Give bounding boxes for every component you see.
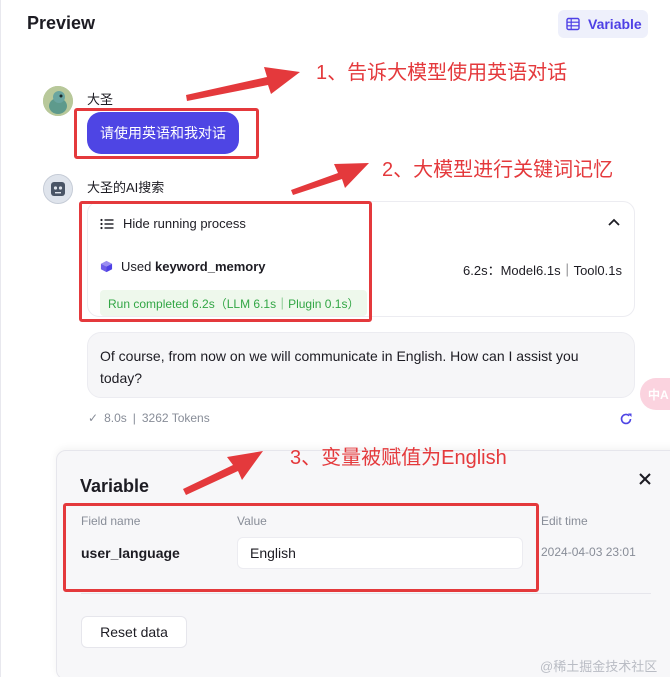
chevron-up-icon[interactable]	[608, 215, 620, 229]
variable-panel-title: Variable	[80, 476, 150, 496]
bot-name: 大圣的AI搜索	[87, 180, 165, 195]
response-duration: 8.0s	[104, 411, 127, 425]
annotation-box-user-message	[74, 108, 259, 159]
annotation-box-variable-row	[63, 503, 539, 592]
token-count: 3262 Tokens	[141, 411, 210, 425]
left-divider	[0, 0, 1, 677]
arrow-2	[291, 163, 369, 195]
annotation-note-2: 2、大模型进行关键词记忆	[382, 159, 614, 181]
check-icon: ✓	[88, 411, 99, 425]
column-edit-time: Edit time	[541, 514, 588, 528]
bot-avatar	[43, 174, 73, 204]
close-icon[interactable]	[638, 469, 652, 492]
annotation-note-1: 1、告诉大模型使用英语对话	[316, 62, 568, 84]
annotation-note-3: 3、变量被赋值为English	[290, 447, 507, 469]
process-timing: 6.2s：Model6.1s｜Tool0.1s	[463, 263, 622, 278]
message-meta: ✓ 8.0s | 3262 Tokens	[88, 411, 210, 425]
arrow-1	[186, 67, 300, 101]
user-name: 大圣	[87, 92, 114, 107]
meta-divider: |	[132, 411, 136, 425]
variable-button[interactable]: Variable	[558, 10, 648, 38]
panel-divider	[81, 593, 651, 594]
bot-message-bubble: Of course, from now on we will communica…	[87, 332, 635, 398]
variable-edit-time: 2024-04-03 23:01	[541, 545, 636, 559]
watermark: @稀土掘金技术社区	[540, 659, 658, 674]
translate-button[interactable]: 中A	[640, 378, 670, 410]
variable-button-label: Variable	[588, 16, 642, 32]
refresh-icon[interactable]	[619, 412, 633, 430]
user-avatar	[43, 86, 73, 116]
table-icon	[566, 17, 580, 31]
reset-data-button[interactable]: Reset data	[81, 616, 187, 648]
annotation-box-process	[79, 201, 372, 322]
page-title: Preview	[27, 13, 96, 33]
